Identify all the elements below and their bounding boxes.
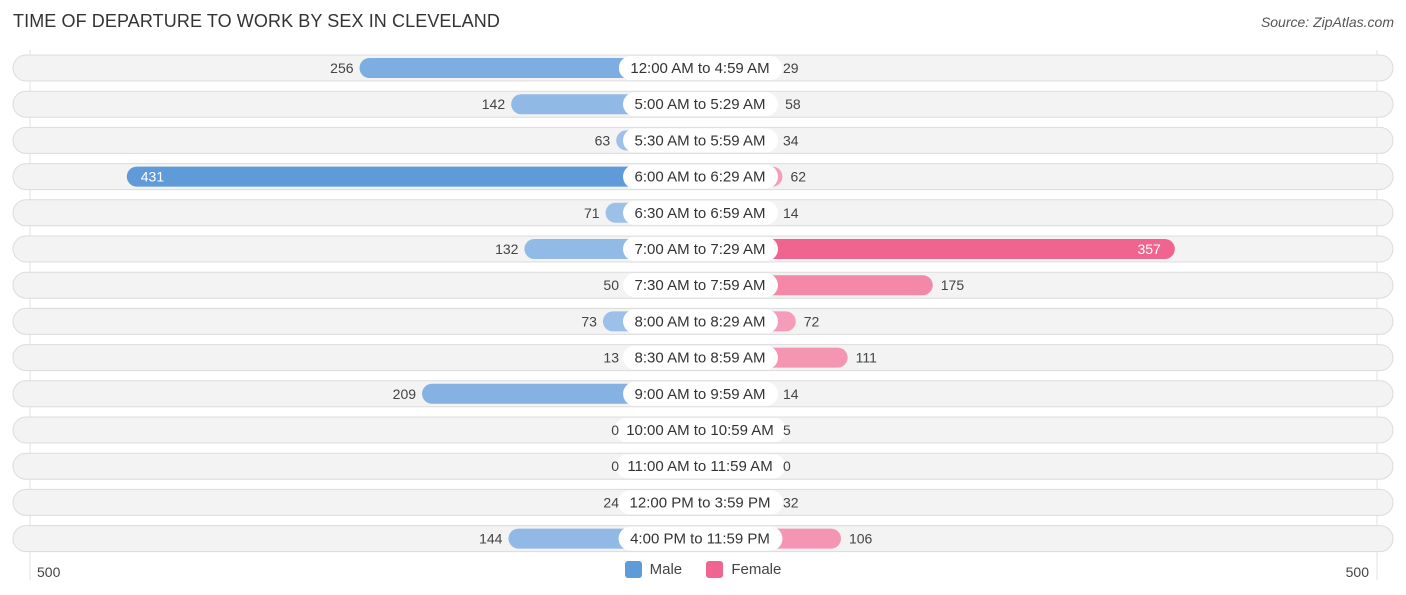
chart-canvas: 12:00 AM to 4:59 AM 256 29 5:00 AM to 5:29 … (12, 50, 1394, 580)
value-label-male: 144 (479, 531, 503, 547)
category-label: 10:00 AM to 10:59 AM (626, 422, 774, 439)
value-label-female: 32 (783, 494, 799, 510)
value-label-male: 24 (603, 494, 619, 510)
value-label-female: 175 (941, 277, 965, 293)
bar-male (126, 166, 700, 187)
category-label: 7:30 AM to 7:59 AM (635, 277, 766, 294)
legend-item-male: Male (624, 561, 683, 578)
category-label: 11:00 AM to 11:59 AM (627, 458, 772, 475)
value-label-female: 357 (1137, 241, 1161, 257)
value-label-female: 58 (785, 96, 801, 112)
value-label-female: 34 (783, 132, 799, 148)
value-label-male: 63 (595, 132, 611, 148)
value-label-male: 13 (603, 350, 619, 366)
value-label-male: 132 (495, 241, 519, 257)
value-label-male: 50 (603, 277, 619, 293)
legend-swatch-male (624, 561, 642, 578)
value-label-male: 71 (584, 205, 600, 221)
category-label: 8:00 AM to 8:29 AM (635, 313, 766, 330)
category-label: 6:30 AM to 6:59 AM (635, 205, 766, 222)
value-label-female: 0 (783, 458, 791, 474)
value-label-female: 14 (783, 205, 799, 221)
value-label-female: 5 (783, 422, 791, 438)
category-label: 5:00 AM to 5:29 AM (635, 96, 766, 113)
value-label-female: 14 (783, 386, 799, 402)
value-label-female: 72 (804, 313, 820, 329)
category-label: 9:00 AM to 9:59 AM (635, 386, 766, 403)
category-label: 5:30 AM to 5:59 AM (635, 132, 766, 149)
value-label-male: 431 (141, 169, 165, 185)
legend-label-female: Female (731, 561, 782, 578)
value-label-female: 29 (783, 60, 799, 76)
value-label-male: 73 (581, 313, 597, 329)
legend: Male Female (0, 561, 1406, 582)
value-label-male: 209 (393, 386, 417, 402)
category-label: 7:00 AM to 7:29 AM (635, 241, 766, 258)
value-label-male: 0 (611, 458, 619, 474)
value-label-female: 111 (856, 350, 877, 366)
category-label: 4:00 PM to 11:59 PM (630, 531, 770, 548)
category-label: 12:00 AM to 4:59 AM (630, 60, 769, 77)
value-label-male: 256 (330, 60, 354, 76)
value-label-male: 0 (611, 422, 619, 438)
legend-swatch-female (706, 561, 724, 578)
value-label-male: 142 (482, 96, 506, 112)
value-label-female: 62 (790, 169, 806, 185)
category-label: 12:00 PM to 3:59 PM (630, 494, 771, 511)
category-label: 6:00 AM to 6:29 AM (635, 169, 766, 186)
legend-label-male: Male (649, 561, 683, 578)
value-label-female: 106 (849, 531, 873, 547)
category-label: 8:30 AM to 8:59 AM (635, 350, 766, 367)
legend-item-female: Female (706, 561, 781, 578)
